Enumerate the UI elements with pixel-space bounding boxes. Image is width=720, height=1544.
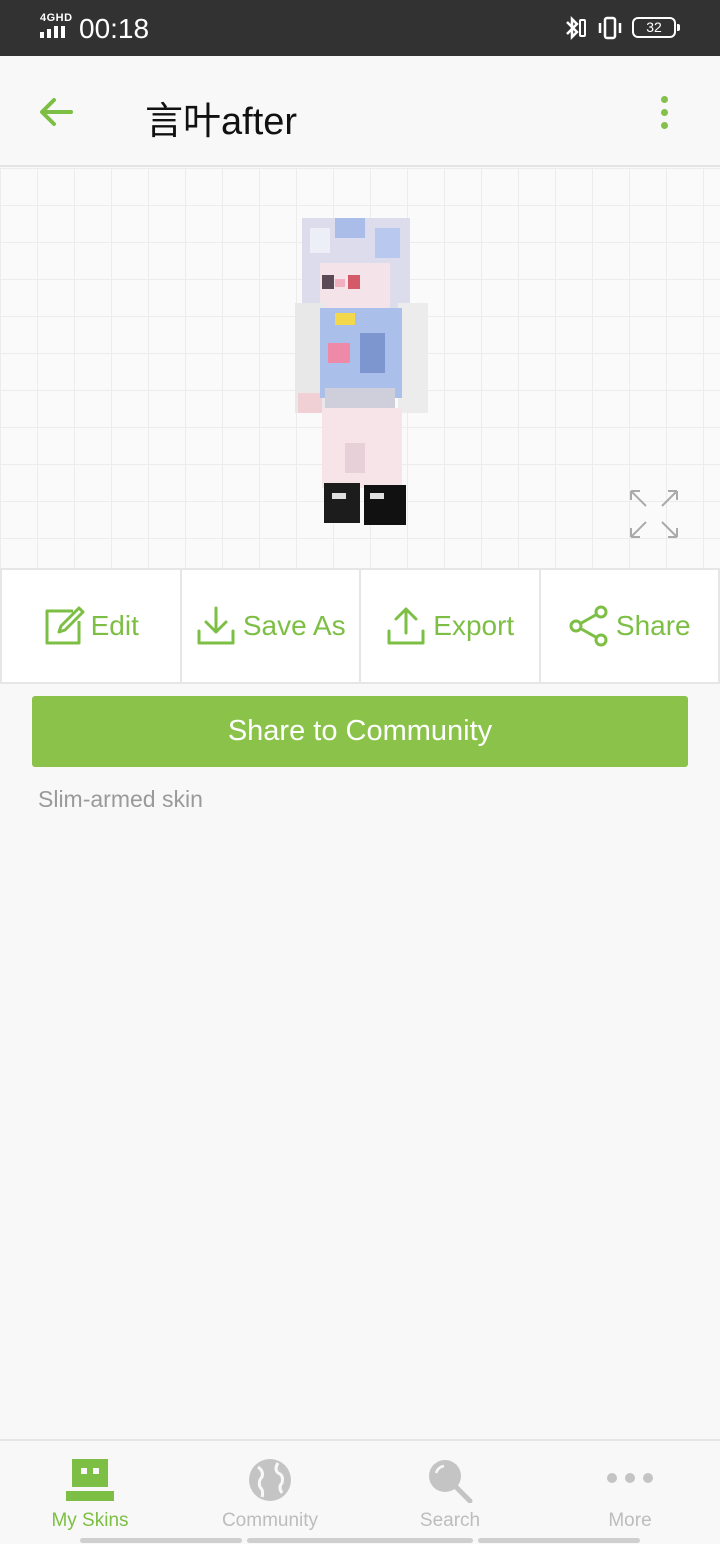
download-icon xyxy=(197,606,235,645)
skin-preview[interactable] xyxy=(0,168,720,568)
edit-button[interactable]: Edit xyxy=(0,570,180,682)
clock: 00:18 xyxy=(79,13,150,44)
share-label: Share xyxy=(615,610,691,641)
nav-search[interactable]: Search xyxy=(360,1441,540,1544)
fullscreen-button[interactable] xyxy=(628,488,680,540)
export-button[interactable]: Export xyxy=(359,570,539,682)
edit-label: Edit xyxy=(90,610,139,641)
skin-model-image xyxy=(295,218,428,525)
skin-icon xyxy=(66,1459,114,1501)
save-as-label: Save As xyxy=(242,610,346,641)
action-bar: Edit Save As Export Share xyxy=(0,568,720,684)
edit-icon xyxy=(45,606,85,645)
signal-icon xyxy=(40,26,65,38)
page-title: 言叶after xyxy=(145,101,298,143)
status-bar: 4GHD 00:18 32 xyxy=(0,0,720,56)
more-vertical-icon xyxy=(660,95,668,103)
gesture-bar-segment xyxy=(80,1538,242,1543)
nav-community[interactable]: Community xyxy=(180,1441,360,1544)
share-to-community-button[interactable]: Share to Community xyxy=(32,696,688,767)
more-horizontal-icon xyxy=(607,1473,653,1483)
nav-more-label: More xyxy=(608,1510,652,1531)
overflow-menu-button[interactable] xyxy=(644,88,684,136)
back-button[interactable] xyxy=(28,86,84,138)
gesture-bar-segment xyxy=(478,1538,640,1543)
expand-icon xyxy=(630,490,678,538)
share-icon xyxy=(569,605,608,647)
nav-more[interactable]: More xyxy=(540,1441,720,1544)
share-button[interactable]: Share xyxy=(538,570,720,682)
vibrate-icon xyxy=(598,16,622,40)
search-icon xyxy=(429,1460,473,1503)
save-as-button[interactable]: Save As xyxy=(179,570,360,682)
nav-community-label: Community xyxy=(221,1510,319,1531)
arrow-left-icon xyxy=(40,98,73,126)
nav-search-label: Search xyxy=(419,1510,481,1531)
bluetooth-icon xyxy=(566,15,586,41)
skin-type-label: Slim-armed skin xyxy=(38,786,203,812)
export-label: Export xyxy=(433,610,515,641)
app-bar: 言叶after xyxy=(0,56,720,167)
battery-icon: 32 xyxy=(632,17,680,38)
nav-my-skins[interactable]: My Skins xyxy=(0,1441,180,1544)
gesture-bar-segment xyxy=(247,1538,473,1543)
nav-my-skins-label: My Skins xyxy=(51,1510,129,1531)
upload-icon xyxy=(387,607,425,645)
globe-icon xyxy=(249,1459,291,1501)
bottom-navigation: My Skins Community Search More xyxy=(0,1439,720,1544)
